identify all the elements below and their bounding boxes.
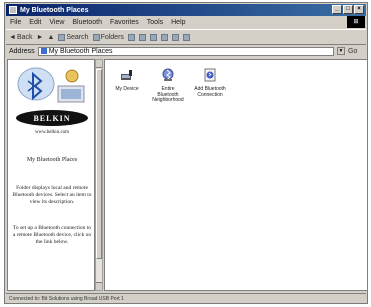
address-value: My Bluetooth Places — [48, 47, 113, 55]
search-button[interactable]: Search — [58, 33, 89, 41]
delete-icon[interactable] — [160, 33, 168, 41]
items-view: My Device Entire Bluetooth Neighborhood … — [104, 59, 368, 291]
explorer-window: My Bluetooth Places _ □ × File Edit View… — [4, 2, 368, 304]
menu-tools[interactable]: Tools — [147, 19, 163, 26]
device-icon — [121, 70, 132, 80]
bluetooth-neighborhood-item[interactable]: Entire Bluetooth Neighborhood — [151, 68, 185, 104]
bluetooth-neighborhood-label: Entire Bluetooth Neighborhood — [152, 85, 184, 104]
status-bar: Connected to: Bit Solutions using Broad … — [6, 293, 366, 304]
copy-to-icon[interactable] — [149, 33, 157, 41]
folders-button[interactable]: Folders — [92, 33, 124, 41]
maximize-button[interactable]: □ — [343, 5, 353, 14]
back-button[interactable]: ◄ Back — [9, 34, 33, 41]
move-to-icon[interactable] — [138, 33, 146, 41]
close-button[interactable]: × — [354, 5, 364, 14]
scroll-thumb[interactable] — [96, 69, 102, 259]
pane-title: My Bluetooth Places — [26, 157, 78, 163]
bluetooth-banner-icon — [14, 64, 90, 106]
add-connection-item[interactable]: Add Bluetooth Connection — [193, 68, 227, 98]
scroll-up-arrow[interactable] — [96, 60, 102, 68]
menu-favorites[interactable]: Favorites — [110, 19, 139, 26]
undo-icon[interactable] — [171, 33, 179, 41]
menu-edit[interactable]: Edit — [29, 19, 41, 26]
add-connection-label: Add Bluetooth Connection — [194, 85, 226, 98]
up-folder-icon[interactable]: ▲ — [47, 34, 54, 41]
address-label: Address — [9, 47, 35, 55]
folders-icon — [92, 33, 100, 41]
info-pane: BELKIN www.belkin.com My Bluetooth Place… — [7, 59, 95, 291]
go-button[interactable]: Go — [348, 48, 366, 55]
address-bar: Address My Bluetooth Places ▼ Go — [6, 45, 366, 57]
search-icon — [58, 33, 66, 41]
history-icon[interactable] — [127, 33, 135, 41]
my-device-label: My Device — [115, 85, 139, 92]
minimize-button[interactable]: _ — [332, 5, 342, 14]
status-text: Connected to: Bit Solutions using Broad … — [9, 296, 124, 302]
forward-button[interactable]: ► — [37, 34, 44, 41]
vertical-scrollbar[interactable] — [95, 59, 103, 291]
windows-logo-icon: ⊞ — [347, 16, 365, 28]
back-arrow-icon: ◄ — [9, 33, 16, 41]
menu-bluetooth[interactable]: Bluetooth — [72, 19, 102, 26]
address-field[interactable]: My Bluetooth Places — [37, 46, 334, 56]
views-icon[interactable] — [182, 33, 190, 41]
belkin-url[interactable]: www.belkin.com — [12, 130, 92, 136]
pane-description: Folder displays local and remote Bluetoo… — [12, 185, 92, 205]
window-controls: _ □ × — [332, 5, 364, 14]
menu-bar: File Edit View Bluetooth Favorites Tools… — [6, 17, 366, 28]
address-dropdown-button[interactable]: ▼ — [337, 47, 345, 55]
toolbar: ◄ Back ► ▲ Search Folders — [6, 29, 366, 45]
window-icon — [9, 6, 17, 14]
add-connection-icon — [204, 68, 216, 82]
title-bar[interactable]: My Bluetooth Places _ □ × — [6, 4, 366, 16]
scroll-down-arrow[interactable] — [96, 282, 102, 290]
my-device-item[interactable]: My Device — [110, 68, 144, 93]
menu-view[interactable]: View — [49, 19, 64, 26]
menu-help[interactable]: Help — [171, 19, 185, 26]
belkin-logo: BELKIN — [16, 110, 88, 126]
bluetooth-neighborhood-icon — [162, 68, 174, 81]
bluetooth-places-icon — [40, 48, 47, 54]
window-title: My Bluetooth Places — [20, 6, 89, 14]
menu-file[interactable]: File — [10, 19, 21, 26]
pane-setup-text: To set up a Bluetooth connection to a re… — [12, 225, 92, 245]
